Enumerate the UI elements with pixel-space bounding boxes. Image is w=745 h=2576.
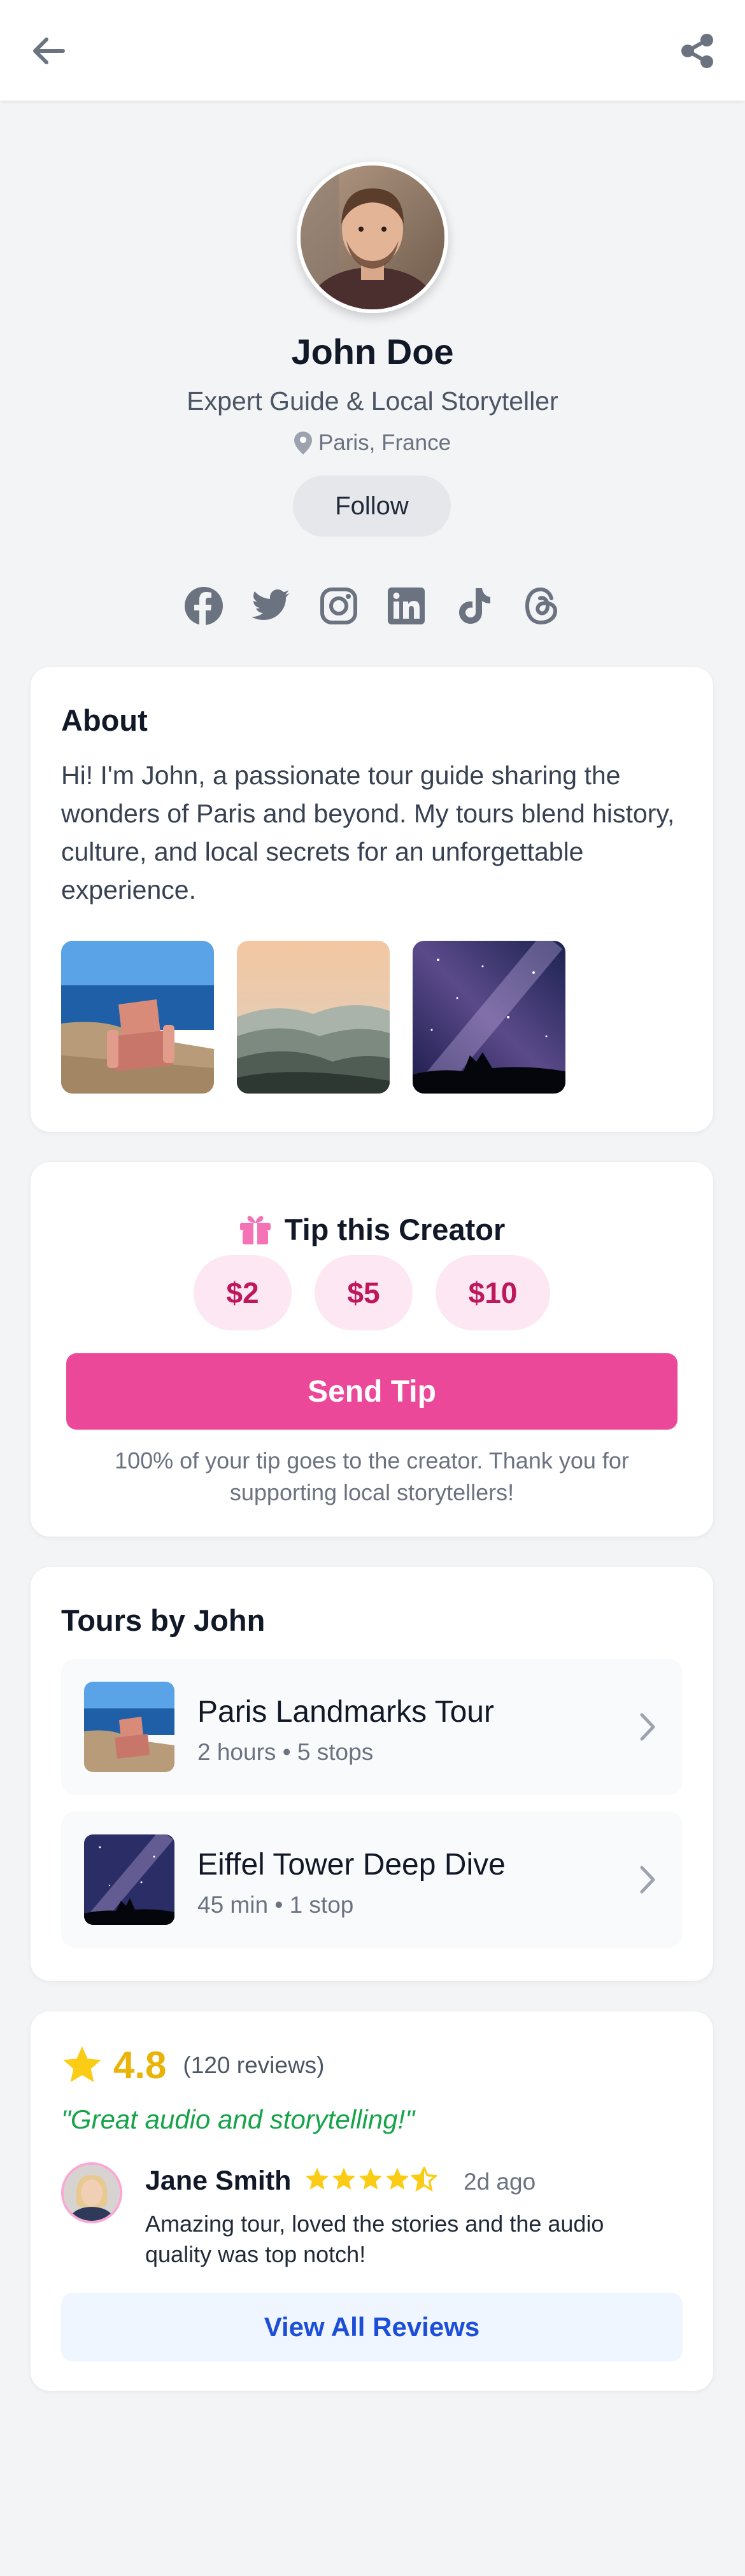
rating-summary: 4.8 (120 reviews) [61,2043,325,2087]
star-half-icon [411,2167,437,2192]
gallery-photo-mountains[interactable] [237,941,390,1094]
share-button[interactable] [675,29,720,73]
linkedin-icon[interactable] [386,586,427,626]
review-count: (120 reviews) [183,2052,325,2078]
tour-item-paris-landmarks[interactable]: Paris Landmarks Tour 2 hours • 5 stops [61,1659,683,1795]
review-text: Amazing tour, loved the stories and the … [145,2211,604,2267]
profile-name: John Doe [291,332,454,372]
social-links [0,586,745,626]
about-text: Hi! I'm John, a passionate tour guide sh… [61,761,675,904]
tip-note: 100% of your tip goes to the creator. Th… [115,1447,629,1505]
top-bar [0,0,745,101]
about-heading: About [61,703,148,737]
rating-value: 4.8 [113,2044,167,2087]
reviews-card: 4.8 (120 reviews) "Great audio and story… [31,2011,713,2391]
about-card: About Hi! I'm John, a passionate tour gu… [31,667,713,1132]
tip-amount-options: $2 $5 $10 [31,1255,713,1330]
tip-card: Tip this Creator $2 $5 $10 Send Tip 100%… [31,1162,713,1537]
follow-button[interactable]: Follow [293,475,451,537]
reviewer-avatar [61,2162,122,2223]
reviewer-star-rating [304,2167,437,2192]
star-icon [386,2167,409,2190]
chevron-right-icon [640,1713,655,1741]
back-button[interactable] [25,31,70,71]
twitter-icon[interactable] [251,586,292,626]
reviewer-name: Jane Smith [145,2165,292,2196]
tour-title: Paris Landmarks Tour [197,1695,494,1729]
tours-card: Tours by John Paris Landmarks Tour 2 hou… [31,1567,713,1981]
gallery-photo-beach-chair[interactable] [61,941,214,1094]
share-icon [681,34,713,68]
star-icon [306,2167,329,2190]
profile-location: Paris, France [0,430,745,456]
location-label: Paris, France [318,430,451,455]
profile-title: Expert Guide & Local Storyteller [187,386,558,416]
review-highlight-quote: "Great audio and storytelling!" [61,2104,415,2134]
chevron-right-icon [640,1866,655,1894]
gallery-photo-night-sky[interactable] [413,941,565,1094]
tour-thumbnail [84,1682,174,1772]
tour-item-eiffel-tower[interactable]: Eiffel Tower Deep Dive 45 min • 1 stop [61,1812,683,1948]
tour-meta: 2 hours • 5 stops [197,1739,374,1765]
tip-amount-10[interactable]: $10 [436,1255,550,1330]
view-all-reviews-button[interactable]: View All Reviews [61,2293,683,2361]
star-icon [332,2167,355,2190]
tip-amount-2[interactable]: $2 [194,1255,292,1330]
tip-heading: Tip this Creator [31,1212,713,1247]
star-icon [63,2046,101,2082]
threads-icon[interactable] [521,586,562,626]
instagram-icon[interactable] [318,586,359,626]
tour-thumbnail [84,1834,174,1925]
profile-avatar [297,162,448,313]
tour-title: Eiffel Tower Deep Dive [197,1848,506,1882]
facebook-icon[interactable] [183,586,224,626]
tours-heading: Tours by John [61,1603,266,1637]
tip-amount-5[interactable]: $5 [315,1255,413,1330]
tiktok-icon[interactable] [453,586,494,626]
arrow-left-icon [33,38,65,64]
tip-heading-label: Tip this Creator [284,1213,506,1246]
send-tip-button[interactable]: Send Tip [66,1353,678,1430]
star-icon [359,2167,382,2190]
tour-meta: 45 min • 1 stop [197,1892,354,1918]
review-date: 2d ago [464,2169,536,2195]
gift-icon [239,1215,271,1244]
map-pin-icon [294,432,312,454]
